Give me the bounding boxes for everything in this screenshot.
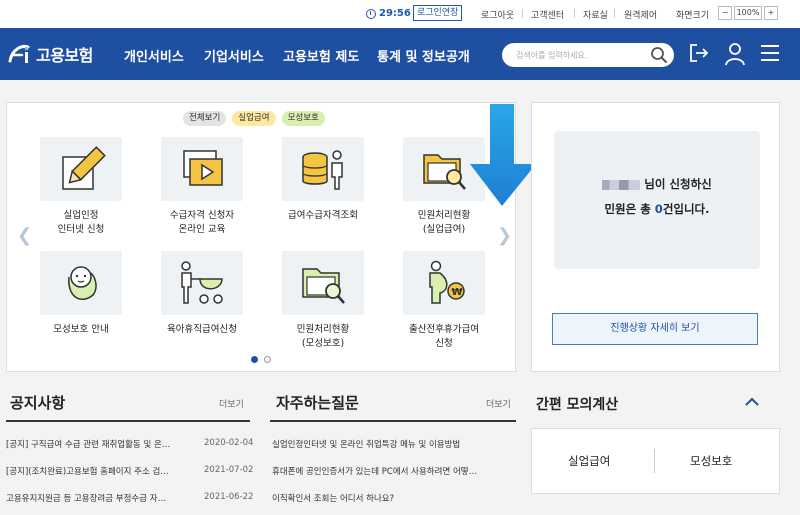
application-status-panel: 님이 신청하신 민원은 총 0건입니다. 진행상황 자세히 보기	[531, 102, 780, 372]
carousel-pagination	[251, 356, 271, 363]
video-play-icon	[183, 150, 223, 186]
folder-search-icon	[423, 154, 466, 190]
service-item-maternity-leave-benefit[interactable]: ₩ 출산전후휴가급여 신청	[389, 251, 499, 351]
service-tile	[40, 137, 122, 201]
top-utility-bar: 29:56 로그인연장 로그아웃 고객센터 자료실 원격제어 화면크기 − 10…	[0, 0, 800, 28]
chip-unemployment[interactable]: 실업급여	[232, 111, 276, 126]
service-item-unemployment-recognition[interactable]: 실업인정 인터넷 신청	[26, 137, 136, 237]
nav-statistics-info[interactable]: 통계 및 정보공개	[377, 46, 470, 65]
logo-text: 고용보험	[36, 46, 93, 65]
calculator-title: 간편 모의계산	[536, 397, 619, 413]
notice-item[interactable]: [공지](조치완료)고용보험 홈페이지 주소 검…	[6, 465, 169, 477]
calc-unemployment-button[interactable]: 실업급여	[568, 453, 610, 469]
status-line-1: 님이 신청하신	[554, 176, 760, 192]
services-panel: 전체보기 실업급여 모성보호 ❮ ❯ 실업인정 인터넷 신청 수급자격 신청자	[6, 102, 516, 372]
notice-date: 2021-07-02	[204, 465, 254, 475]
carousel-dot-active[interactable]	[251, 356, 258, 363]
service-label: 출산전후휴가급여 신청	[409, 324, 479, 349]
resources-link[interactable]: 자료실	[583, 8, 608, 21]
service-label: 모성보호 안내	[53, 324, 109, 335]
notice-item[interactable]: [공지] 구직급여 수급 관련 재취업활동 및 온…	[6, 438, 170, 450]
filter-chips: 전체보기 실업급여 모성보호	[183, 111, 325, 126]
service-item-benefit-eligibility[interactable]: 급여수급자격조회	[268, 137, 378, 223]
divider	[522, 9, 523, 18]
chip-maternity[interactable]: 모성보호	[281, 111, 325, 126]
service-label: 민원처리현황 (모성보호)	[296, 324, 350, 349]
zoom-out-button[interactable]: −	[718, 6, 732, 20]
service-item-parental-leave[interactable]: 육아휴직급여신청	[147, 251, 257, 337]
service-item-maternity-guide[interactable]: 모성보호 안내	[26, 251, 136, 337]
divider	[574, 9, 575, 18]
divider	[654, 449, 655, 473]
service-tile	[282, 137, 364, 201]
notice-date: 2021-06-22	[204, 492, 254, 502]
remote-control-link[interactable]: 원격제어	[624, 8, 657, 21]
logo-mark-icon	[8, 45, 30, 63]
svg-text:₩: ₩	[452, 287, 463, 298]
blurred-username	[602, 179, 641, 190]
faq-item[interactable]: 실업인정인터넷 및 온라인 취업특강 메뉴 및 이용방법	[272, 438, 460, 450]
calculator-box: 실업급여 모성보호	[531, 428, 780, 494]
search-placeholder: 검색어를 입력하세요.	[516, 51, 588, 60]
carousel-dot[interactable]	[264, 356, 271, 363]
nav-business-services[interactable]: 기업서비스	[204, 46, 264, 65]
customer-center-link[interactable]: 고객센터	[531, 8, 564, 21]
coins-person-icon	[302, 150, 343, 190]
divider	[614, 9, 615, 18]
logout-icon[interactable]	[688, 42, 710, 64]
service-tile	[40, 251, 122, 315]
calc-maternity-button[interactable]: 모성보호	[690, 453, 732, 469]
menu-icon[interactable]	[760, 44, 780, 62]
zoom-value: 100%	[734, 6, 762, 20]
nav-personal-services[interactable]: 개인서비스	[124, 46, 184, 65]
folder-search-icon	[302, 268, 345, 304]
faq-title: 자주하는질문	[276, 394, 359, 412]
session-timer: 29:56	[366, 8, 411, 19]
stroller-icon	[181, 261, 223, 304]
zoom-label: 화면크기	[676, 11, 710, 21]
user-icon[interactable]	[724, 42, 746, 66]
logout-link[interactable]: 로그아웃	[481, 8, 514, 21]
service-label: 실업인정 인터넷 신청	[57, 210, 105, 235]
chip-all[interactable]: 전체보기	[183, 111, 227, 126]
nav-insurance-system[interactable]: 고용보험 제도	[283, 46, 359, 65]
login-extend-button[interactable]: 로그인연장	[413, 5, 463, 21]
notices-title: 공지사항	[10, 394, 66, 412]
service-label: 수급자격 신청자 온라인 교육	[169, 210, 235, 235]
faq-item[interactable]: 이직확인서 조회는 어디서 하나요?	[272, 492, 394, 504]
timer-value: 29:56	[379, 8, 411, 19]
service-label: 급여수급자격조회	[288, 210, 358, 221]
service-item-complaint-status-maternity[interactable]: 민원처리현황 (모성보호)	[268, 251, 378, 351]
section-divider	[6, 420, 250, 422]
faq-more-link[interactable]: 더보기	[486, 397, 511, 410]
main-header: 고용보험 개인서비스 기업서비스 고용보험 제도 통계 및 정보공개 검색어를 …	[0, 28, 800, 80]
status-summary-box: 님이 신청하신 민원은 총 0건입니다.	[554, 131, 760, 269]
service-item-online-education[interactable]: 수급자격 신청자 온라인 교육	[147, 137, 257, 237]
service-label: 육아휴직급여신청	[167, 324, 237, 335]
carousel-next-icon[interactable]: ❯	[497, 225, 512, 246]
notice-date: 2020-02-04	[204, 438, 254, 448]
application-count: 0	[654, 202, 663, 216]
clock-icon	[366, 8, 376, 19]
service-tile: ₩	[403, 251, 485, 315]
notices-more-link[interactable]: 더보기	[219, 397, 244, 410]
pregnant-coin-icon: ₩	[429, 260, 465, 304]
chevron-up-icon[interactable]	[744, 396, 760, 408]
service-tile	[161, 251, 243, 315]
zoom-in-button[interactable]: +	[764, 6, 778, 20]
status-line-2: 민원은 총 0건입니다.	[604, 202, 710, 216]
view-progress-button[interactable]: 진행상황 자세히 보기	[552, 313, 758, 345]
pencil-icon	[62, 146, 106, 190]
section-divider	[270, 420, 516, 422]
baby-icon	[68, 266, 97, 300]
search-icon[interactable]	[650, 46, 668, 64]
notice-item[interactable]: 고용유지지원금 등 고용장려금 부정수급 자…	[6, 492, 166, 504]
arrow-down-icon	[470, 104, 536, 206]
service-tile	[161, 137, 243, 201]
logo[interactable]: 고용보험	[6, 42, 93, 66]
service-label: 민원처리현황 (실업급여)	[417, 210, 471, 235]
search-box[interactable]: 검색어를 입력하세요.	[502, 43, 674, 67]
service-tile	[282, 251, 364, 315]
faq-item[interactable]: 휴대폰에 공인인증서가 있는데 PC에서 사용하려면 어떻…	[272, 465, 477, 477]
